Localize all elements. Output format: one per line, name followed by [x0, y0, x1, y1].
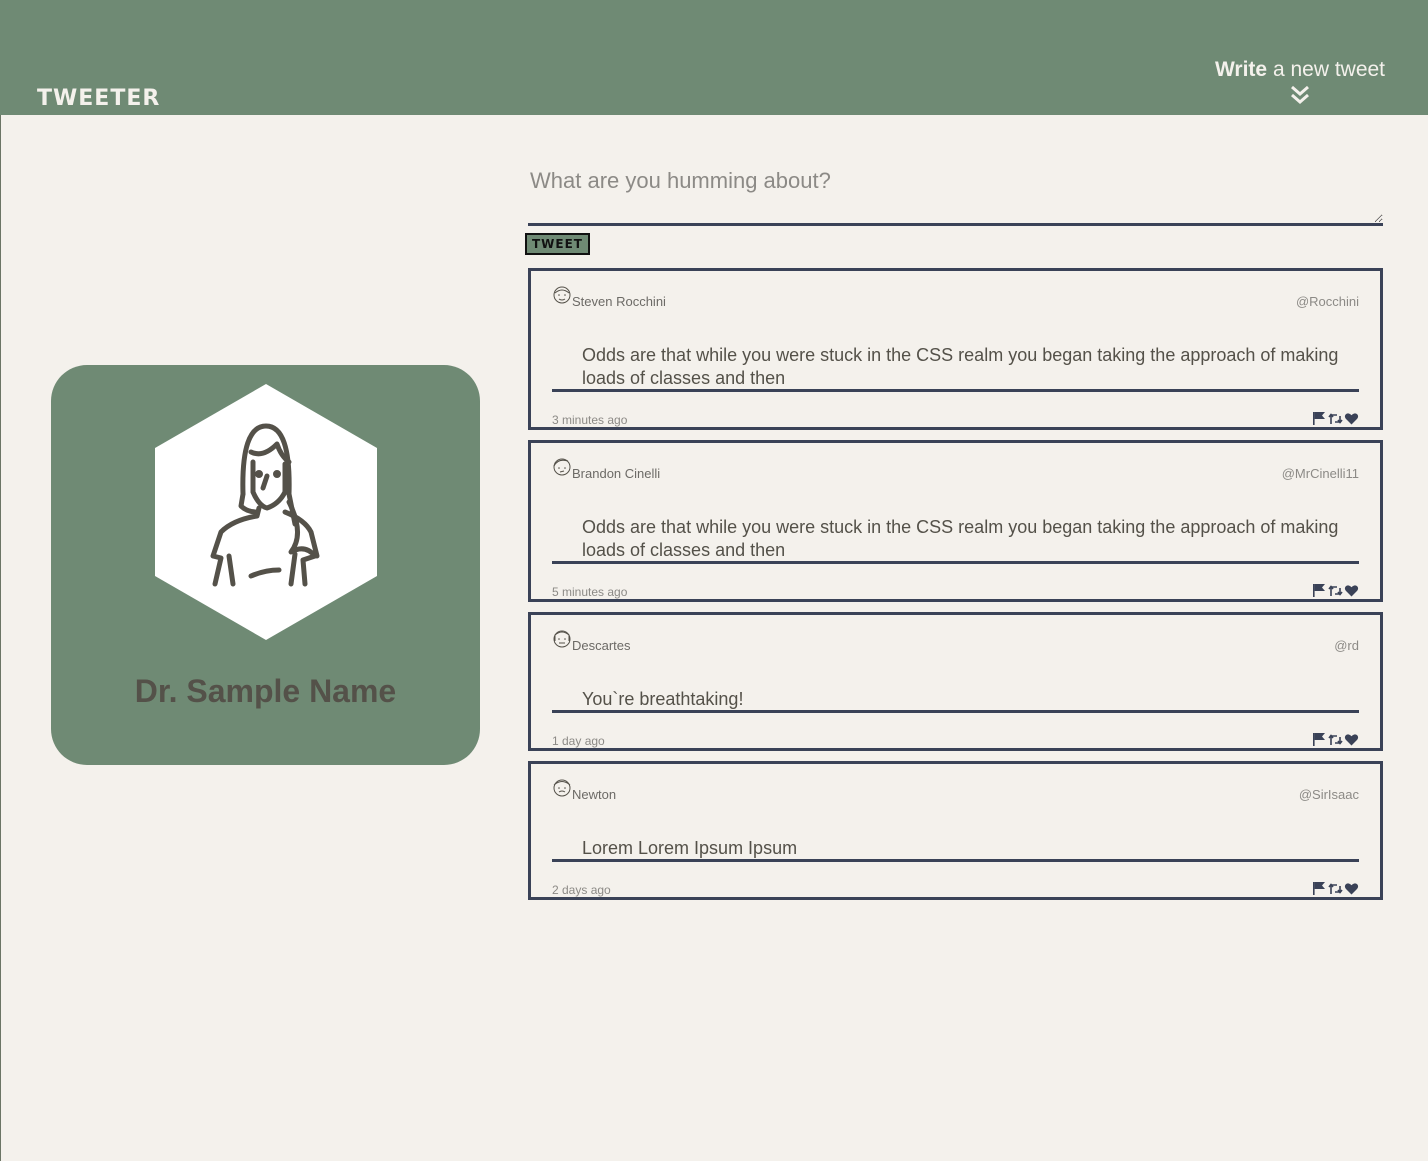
- tweet-text: Odds are that while you were stuck in th…: [552, 516, 1359, 564]
- tweet-text: Lorem Lorem Ipsum Ipsum: [552, 837, 1359, 862]
- flag-icon[interactable]: [1312, 881, 1327, 896]
- retweet-icon[interactable]: [1328, 881, 1343, 896]
- double-chevron-down-icon: [1291, 85, 1309, 104]
- tweet-author-name: Steven Rocchini: [572, 294, 666, 309]
- tweet-input[interactable]: [528, 160, 1383, 226]
- tweet-author-name: Newton: [572, 787, 617, 802]
- woman-avatar-icon: [155, 384, 377, 640]
- tweet-timestamp: 3 minutes ago: [552, 413, 628, 427]
- flag-icon[interactable]: [1312, 732, 1327, 747]
- flag-icon[interactable]: [1312, 583, 1327, 598]
- tweet-card: Steven Rocchini @Rocchini Odds are that …: [528, 268, 1383, 430]
- tweet-author-handle: @SirIsaac: [1298, 787, 1359, 802]
- window-edge: [0, 0, 1, 1161]
- tweet-header: Steven Rocchini @Rocchini: [552, 285, 1359, 309]
- retweet-icon[interactable]: [1328, 583, 1343, 598]
- tweet-composer: TWEET: [525, 160, 1384, 255]
- tweet-timestamp: 5 minutes ago: [552, 585, 628, 599]
- tweet-author-name: Descartes: [572, 638, 631, 653]
- tweet-author-handle: @Rocchini: [1295, 294, 1359, 309]
- heart-icon[interactable]: [1344, 411, 1359, 426]
- compose-toggle-label: a new tweet: [1267, 58, 1386, 81]
- brand-logo: TWEETER: [37, 86, 161, 111]
- heart-icon[interactable]: [1344, 583, 1359, 598]
- user-avatar-icon: [553, 779, 571, 797]
- tweet-header: Brandon Cinelli @MrCinelli11: [552, 457, 1359, 481]
- tweet-timestamp: 1 day ago: [552, 734, 605, 748]
- tweet-header: Newton @SirIsaac: [552, 778, 1359, 802]
- tweet-author-name: Brandon Cinelli: [572, 466, 661, 481]
- tweet-text: Odds are that while you were stuck in th…: [552, 344, 1359, 392]
- flag-icon[interactable]: [1312, 411, 1327, 426]
- tweet-footer: 2 days ago: [552, 879, 1359, 899]
- tweet-actions: [1312, 583, 1359, 599]
- profile-name: Dr. Sample Name: [134, 673, 397, 709]
- tweet-actions: [1312, 411, 1359, 427]
- tweet-footer: 1 day ago: [552, 730, 1359, 750]
- tweet-timestamp: 2 days ago: [552, 883, 611, 897]
- tweet-feed: Steven Rocchini @Rocchini Odds are that …: [528, 268, 1383, 910]
- top-nav: TWEETER Write a new tweet: [0, 0, 1428, 115]
- profile-card: Dr. Sample Name: [51, 365, 480, 765]
- compose-toggle-bold: Write: [1214, 58, 1268, 81]
- user-avatar-icon: [553, 630, 571, 648]
- tweet-card: Brandon Cinelli @MrCinelli11 Odds are th…: [528, 440, 1383, 602]
- user-avatar-icon: [553, 458, 571, 476]
- tweet-card: Newton @SirIsaac Lorem Lorem Ipsum Ipsum…: [528, 761, 1383, 900]
- heart-icon[interactable]: [1344, 732, 1359, 747]
- tweet-card: Descartes @rd You`re breathtaking! 1 day…: [528, 612, 1383, 751]
- heart-icon[interactable]: [1344, 881, 1359, 896]
- tweet-footer: 3 minutes ago: [552, 409, 1359, 429]
- tweet-author-handle: @MrCinelli11: [1281, 466, 1359, 481]
- user-avatar-icon: [553, 286, 571, 304]
- tweet-text: You`re breathtaking!: [552, 688, 1359, 713]
- retweet-icon[interactable]: [1328, 732, 1343, 747]
- tweet-author-handle: @rd: [1334, 638, 1359, 653]
- write-new-tweet-toggle[interactable]: Write a new tweet: [1205, 58, 1395, 106]
- tweet-actions: [1312, 732, 1359, 748]
- tweet-button[interactable]: TWEET: [525, 233, 590, 255]
- tweet-header: Descartes @rd: [552, 629, 1359, 653]
- tweet-actions: [1312, 881, 1359, 897]
- tweet-footer: 5 minutes ago: [552, 581, 1359, 601]
- retweet-icon[interactable]: [1328, 411, 1343, 426]
